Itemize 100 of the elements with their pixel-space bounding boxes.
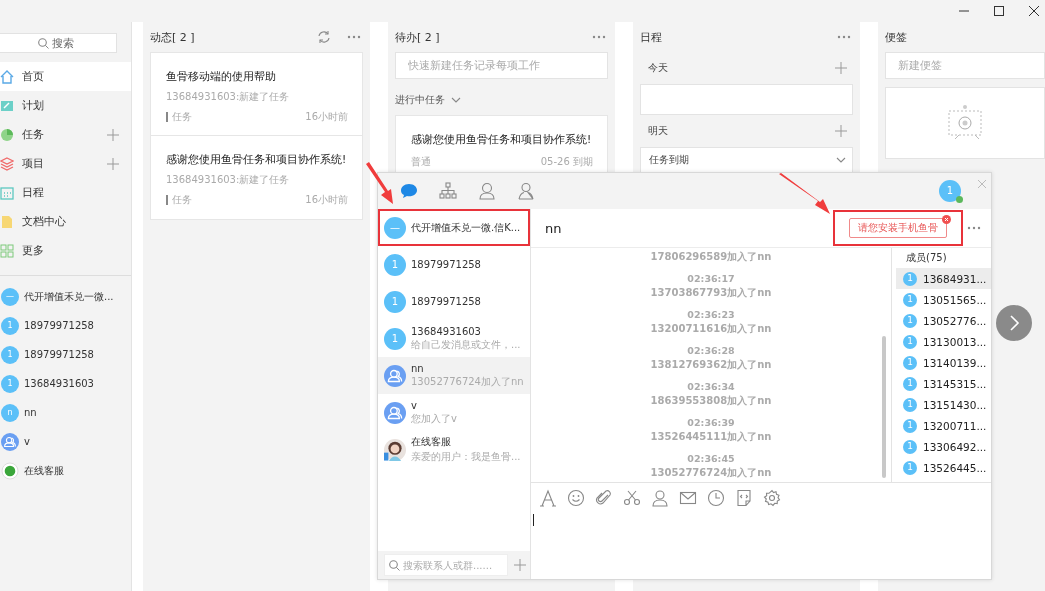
column-title: 便签 (885, 29, 907, 45)
code-file-icon[interactable] (735, 489, 753, 507)
chat-item[interactable]: 在线客服 (0, 456, 131, 485)
member-item[interactable]: 1 13051565... (896, 289, 991, 310)
nav-item[interactable]: 更多 (0, 236, 131, 265)
task-tag: 任务 (166, 112, 192, 122)
scissors-icon[interactable] (623, 489, 641, 507)
add-icon[interactable] (835, 125, 847, 137)
person-avatar-icon (384, 438, 406, 461)
time-label: 16小时前 (305, 193, 348, 207)
avatar: — (384, 216, 406, 239)
activity-card[interactable]: 感谢您使用鱼骨任务和项目协作系统! 13684931603:新建了任务 任务 16小时前 (150, 136, 363, 220)
avatar: 1 (903, 271, 917, 286)
chevron-down-icon[interactable] (836, 157, 846, 163)
avatar: 1 (903, 376, 917, 391)
notice-button[interactable]: 请您安装手机鱼骨 (849, 218, 947, 238)
nav-item[interactable]: 任务 (0, 120, 131, 149)
nav-item[interactable]: 项目 (0, 149, 131, 178)
avatar: 1 (903, 397, 917, 412)
chat-item[interactable]: — 代开增值禾兑一微... (0, 282, 131, 311)
chat-item[interactable]: n nn (0, 398, 131, 427)
system-message: 13052776724加入了nn (649, 466, 773, 480)
conversation-item[interactable]: 1 13684931603 给自己发消息或文件，... (378, 320, 530, 357)
chat-item[interactable]: 1 13684931603 (0, 369, 131, 398)
document-icon (0, 214, 14, 229)
filter-dropdown[interactable]: 任务到期 (640, 147, 853, 173)
conversation-item[interactable]: nn 13052776724加入了nn (378, 357, 530, 394)
more-icon[interactable] (967, 226, 981, 230)
search-field[interactable]: 搜索联系人或群...... (384, 554, 508, 576)
nav-item[interactable]: 日程 (0, 178, 131, 207)
system-message: 13703867793加入了nn (649, 286, 773, 300)
font-icon[interactable] (539, 489, 557, 507)
system-message: 17806296589加入了nn (649, 250, 773, 264)
member-item[interactable]: 1 13684931... (896, 268, 991, 289)
avatar: 1 (903, 418, 917, 433)
smiley-icon[interactable] (567, 489, 585, 507)
org-chart-icon[interactable] (439, 182, 457, 200)
conversation-item[interactable]: 在线客服 亲爱的用户：我是鱼骨... (378, 431, 530, 468)
avatar: 1 (903, 439, 917, 454)
calendar-icon (0, 185, 14, 200)
more-icon[interactable] (592, 35, 606, 39)
person-icon[interactable] (517, 182, 535, 200)
nav-item[interactable]: 文档中心 (0, 207, 131, 236)
member-item[interactable]: 1 13145315... (896, 373, 991, 394)
clock-icon[interactable] (707, 489, 725, 507)
conversation-item[interactable]: — 代开增值禾兑一微.信K... (378, 209, 530, 246)
person-icon[interactable] (651, 489, 669, 507)
message-time: 02:36:23 (686, 309, 736, 320)
nav-item[interactable]: 计划 (0, 91, 131, 120)
add-icon[interactable] (835, 62, 847, 74)
system-message: 13200711616加入了nn (649, 322, 773, 336)
member-item[interactable]: 1 13151430... (896, 394, 991, 415)
maximize-icon[interactable] (994, 6, 1004, 16)
avatar: 1 (1, 316, 19, 335)
next-button[interactable] (996, 305, 1032, 341)
chat-item[interactable]: 1 18979971258 (0, 340, 131, 369)
more-icon[interactable] (837, 35, 851, 39)
new-note-field[interactable]: 新建便签 (885, 52, 1045, 79)
member-item[interactable]: 1 13526445... (896, 457, 991, 478)
activity-card[interactable]: 鱼骨移动端的使用帮助 13684931603:新建了任务 任务 16小时前 (150, 52, 363, 136)
section-label[interactable]: 进行中任务 (395, 93, 445, 107)
conversation-item[interactable]: v 您加入了v (378, 394, 530, 431)
card-subtitle: 13684931603:新建了任务 (166, 90, 291, 104)
member-item[interactable]: 1 13200711... (896, 415, 991, 436)
dismiss-icon[interactable] (942, 215, 951, 224)
chat-item[interactable]: 1 18979971258 (0, 311, 131, 340)
conversation-item[interactable]: 1 18979971258 (378, 283, 530, 320)
search-field[interactable]: 搜索 (0, 33, 117, 53)
annotation-arrow (364, 162, 394, 206)
text-cursor (533, 514, 534, 526)
add-icon[interactable] (107, 128, 119, 141)
grid-icon (0, 243, 14, 258)
member-item[interactable]: 1 13130013... (896, 331, 991, 352)
message-time: 02:36:39 (686, 417, 736, 428)
home-icon (0, 69, 14, 84)
avatar: 1 (1, 345, 19, 364)
settings-icon[interactable] (763, 489, 781, 507)
add-icon[interactable] (514, 559, 526, 571)
scrollbar-thumb[interactable] (882, 336, 886, 478)
avatar: n (1, 403, 19, 422)
chat-bubble-icon[interactable] (400, 182, 418, 200)
nav-item[interactable]: 首页 (0, 62, 131, 91)
chat-item[interactable]: v (0, 427, 131, 456)
day-label: 今天 (648, 61, 668, 75)
search-icon (389, 560, 400, 571)
close-icon[interactable] (1029, 6, 1039, 16)
add-icon[interactable] (107, 157, 119, 170)
more-icon[interactable] (347, 35, 361, 39)
conversation-item[interactable]: 1 18979971258 (378, 246, 530, 283)
person-icon[interactable] (478, 182, 496, 200)
quick-add-field[interactable]: 快速新建任务记录每项工作 (395, 52, 608, 79)
member-item[interactable]: 1 13140139... (896, 352, 991, 373)
refresh-icon[interactable] (317, 30, 331, 44)
chevron-down-icon[interactable] (451, 97, 461, 103)
avatar: 1 (903, 313, 917, 328)
member-item[interactable]: 1 13306492... (896, 436, 991, 457)
paperclip-icon[interactable] (595, 489, 613, 507)
avatar: 1 (384, 290, 406, 313)
member-item[interactable]: 1 13052776... (896, 310, 991, 331)
mail-icon[interactable] (679, 489, 697, 507)
